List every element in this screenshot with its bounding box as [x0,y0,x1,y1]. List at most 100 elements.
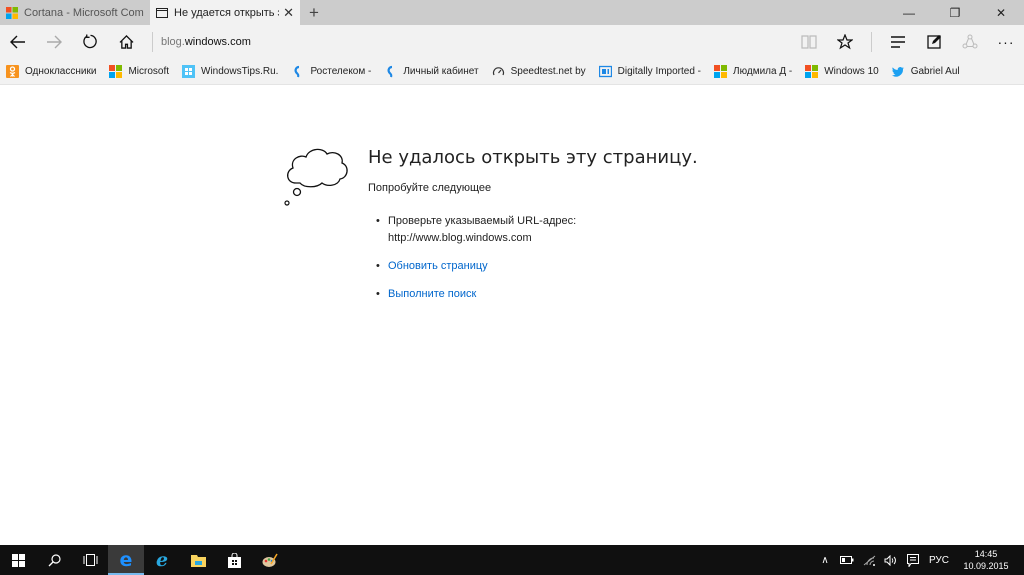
refresh-page-link[interactable]: Обновить страницу [388,260,488,272]
navigation-bar: blog.windows.com ··· [0,25,1024,58]
suggestion-refresh: Обновить страницу [376,258,576,275]
notification-icon [907,553,919,567]
search-button[interactable] [36,545,72,575]
microsoft-logo-icon [6,6,18,19]
minimize-button[interactable]: — [886,0,932,25]
speaker-icon [884,554,896,566]
restore-button[interactable]: ❐ [932,0,978,25]
refresh-icon [82,34,97,49]
tab-bar: Cortana - Microsoft Commu Не удается отк… [0,0,1024,25]
reading-view-button[interactable] [791,25,827,58]
battery-button[interactable] [838,556,856,564]
error-title: Не удалось открыть эту страницу. [368,147,698,168]
store-bag-icon [227,552,241,568]
taskbar-file-explorer[interactable] [180,545,216,575]
task-view-icon [83,554,97,566]
network-button[interactable] [860,555,878,566]
odnoklassniki-icon [6,64,19,78]
start-button[interactable] [0,545,36,575]
hub-icon [891,35,905,48]
taskbar-store[interactable] [216,545,252,575]
suggestion-check-url: Проверьте указываемый URL-адрес: http://… [376,213,576,247]
twitter-icon [891,66,904,77]
volume-button[interactable] [882,554,900,566]
favorite-ludmila[interactable]: Людмила Д - [714,64,793,78]
action-center-button[interactable] [904,553,922,567]
battery-icon [840,556,854,564]
suggestion-text: Проверьте указываемый URL-адрес: [388,215,577,227]
favorite-windowstips[interactable]: WindowsTips.Ru. [182,64,279,78]
edge-icon: e [119,549,133,571]
address-subdomain: blog. [161,35,185,48]
microsoft-logo-icon [714,64,728,78]
address-bar[interactable]: blog.windows.com [161,36,791,48]
paint-palette-icon [262,553,278,567]
web-note-button[interactable] [916,25,952,58]
star-icon [837,33,853,49]
favorite-button[interactable] [827,25,863,58]
favorite-digitally-imported[interactable]: Digitally Imported - [598,65,702,78]
back-arrow-icon [10,35,25,48]
language-indicator[interactable]: РУС [926,555,952,566]
share-button[interactable] [952,25,988,58]
favorite-label: Speedtest.net by [510,65,586,77]
microsoft-logo-icon [805,64,819,78]
favorite-label: Личный кабинет [403,65,479,77]
forward-button[interactable] [36,25,72,58]
favorite-personal-account[interactable]: Личный кабинет [384,65,479,78]
thought-cloud-icon [284,148,348,206]
back-button[interactable] [0,25,36,58]
favorites-bar: Одноклассники Microsoft WindowsTips.Ru. … [0,58,1024,85]
chevron-up-icon: ∧ [821,554,829,566]
new-tab-button[interactable]: + [300,0,328,25]
close-tab-icon[interactable]: ✕ [283,5,294,21]
more-button[interactable]: ··· [988,25,1024,58]
favorite-label: Ростелеком - [310,65,372,77]
home-icon [119,34,133,49]
error-subtitle: Попробуйте следующее [368,182,492,194]
taskbar-internet-explorer[interactable]: e [144,545,180,575]
windows-icon [182,64,195,78]
refresh-button[interactable] [72,25,108,58]
hub-button[interactable] [880,25,916,58]
show-hidden-icons-button[interactable]: ∧ [816,555,834,566]
rostelecom-icon [294,65,300,77]
favorite-label: Digitally Imported - [617,65,702,77]
favorite-label: WindowsTips.Ru. [201,65,279,77]
favorite-windows10[interactable]: Windows 10 [805,64,879,78]
address-domain: windows.com [184,35,251,48]
divider [152,31,153,52]
book-icon [801,34,817,49]
close-window-button[interactable]: ✕ [978,0,1024,25]
forward-arrow-icon [47,35,62,48]
search-icon [48,553,61,566]
speedometer-icon [492,66,504,75]
favorite-label: Одноклассники [25,65,97,77]
microsoft-logo-icon [109,64,123,78]
favorite-speedtest[interactable]: Speedtest.net by [492,65,586,78]
favorite-label: Gabriel Aul [910,65,960,77]
folder-icon [190,554,206,567]
favorite-label: Людмила Д - [733,65,793,77]
home-button[interactable] [108,25,144,58]
favorite-gabriel-aul[interactable]: Gabriel Aul [891,65,960,78]
tab-label: Cortana - Microsoft Commu [24,6,144,19]
suggestion-search: Выполните поиск [376,286,576,303]
tab-cortana[interactable]: Cortana - Microsoft Commu [0,0,150,25]
tab-error-page[interactable]: Не удается открыть эту ✕ [150,0,300,25]
tab-label: Не удается открыть эту [174,6,279,19]
windows-logo-icon [11,553,25,567]
favorite-rostelecom[interactable]: Ростелеком - [291,65,371,78]
wifi-icon [863,555,875,566]
page-icon [156,7,168,18]
favorite-microsoft[interactable]: Microsoft [109,64,169,78]
favorite-odnoklassniki[interactable]: Одноклассники [6,64,97,78]
task-view-button[interactable] [72,545,108,575]
clock[interactable]: 14:45 10.09.2015 [958,548,1014,572]
share-icon [962,34,978,48]
clock-date: 10.09.2015 [963,561,1009,571]
system-tray: ∧ РУС 14:45 10.09.2015 [814,545,1024,575]
taskbar-paint[interactable] [252,545,288,575]
taskbar-edge[interactable]: e [108,545,144,575]
search-link[interactable]: Выполните поиск [388,288,476,300]
